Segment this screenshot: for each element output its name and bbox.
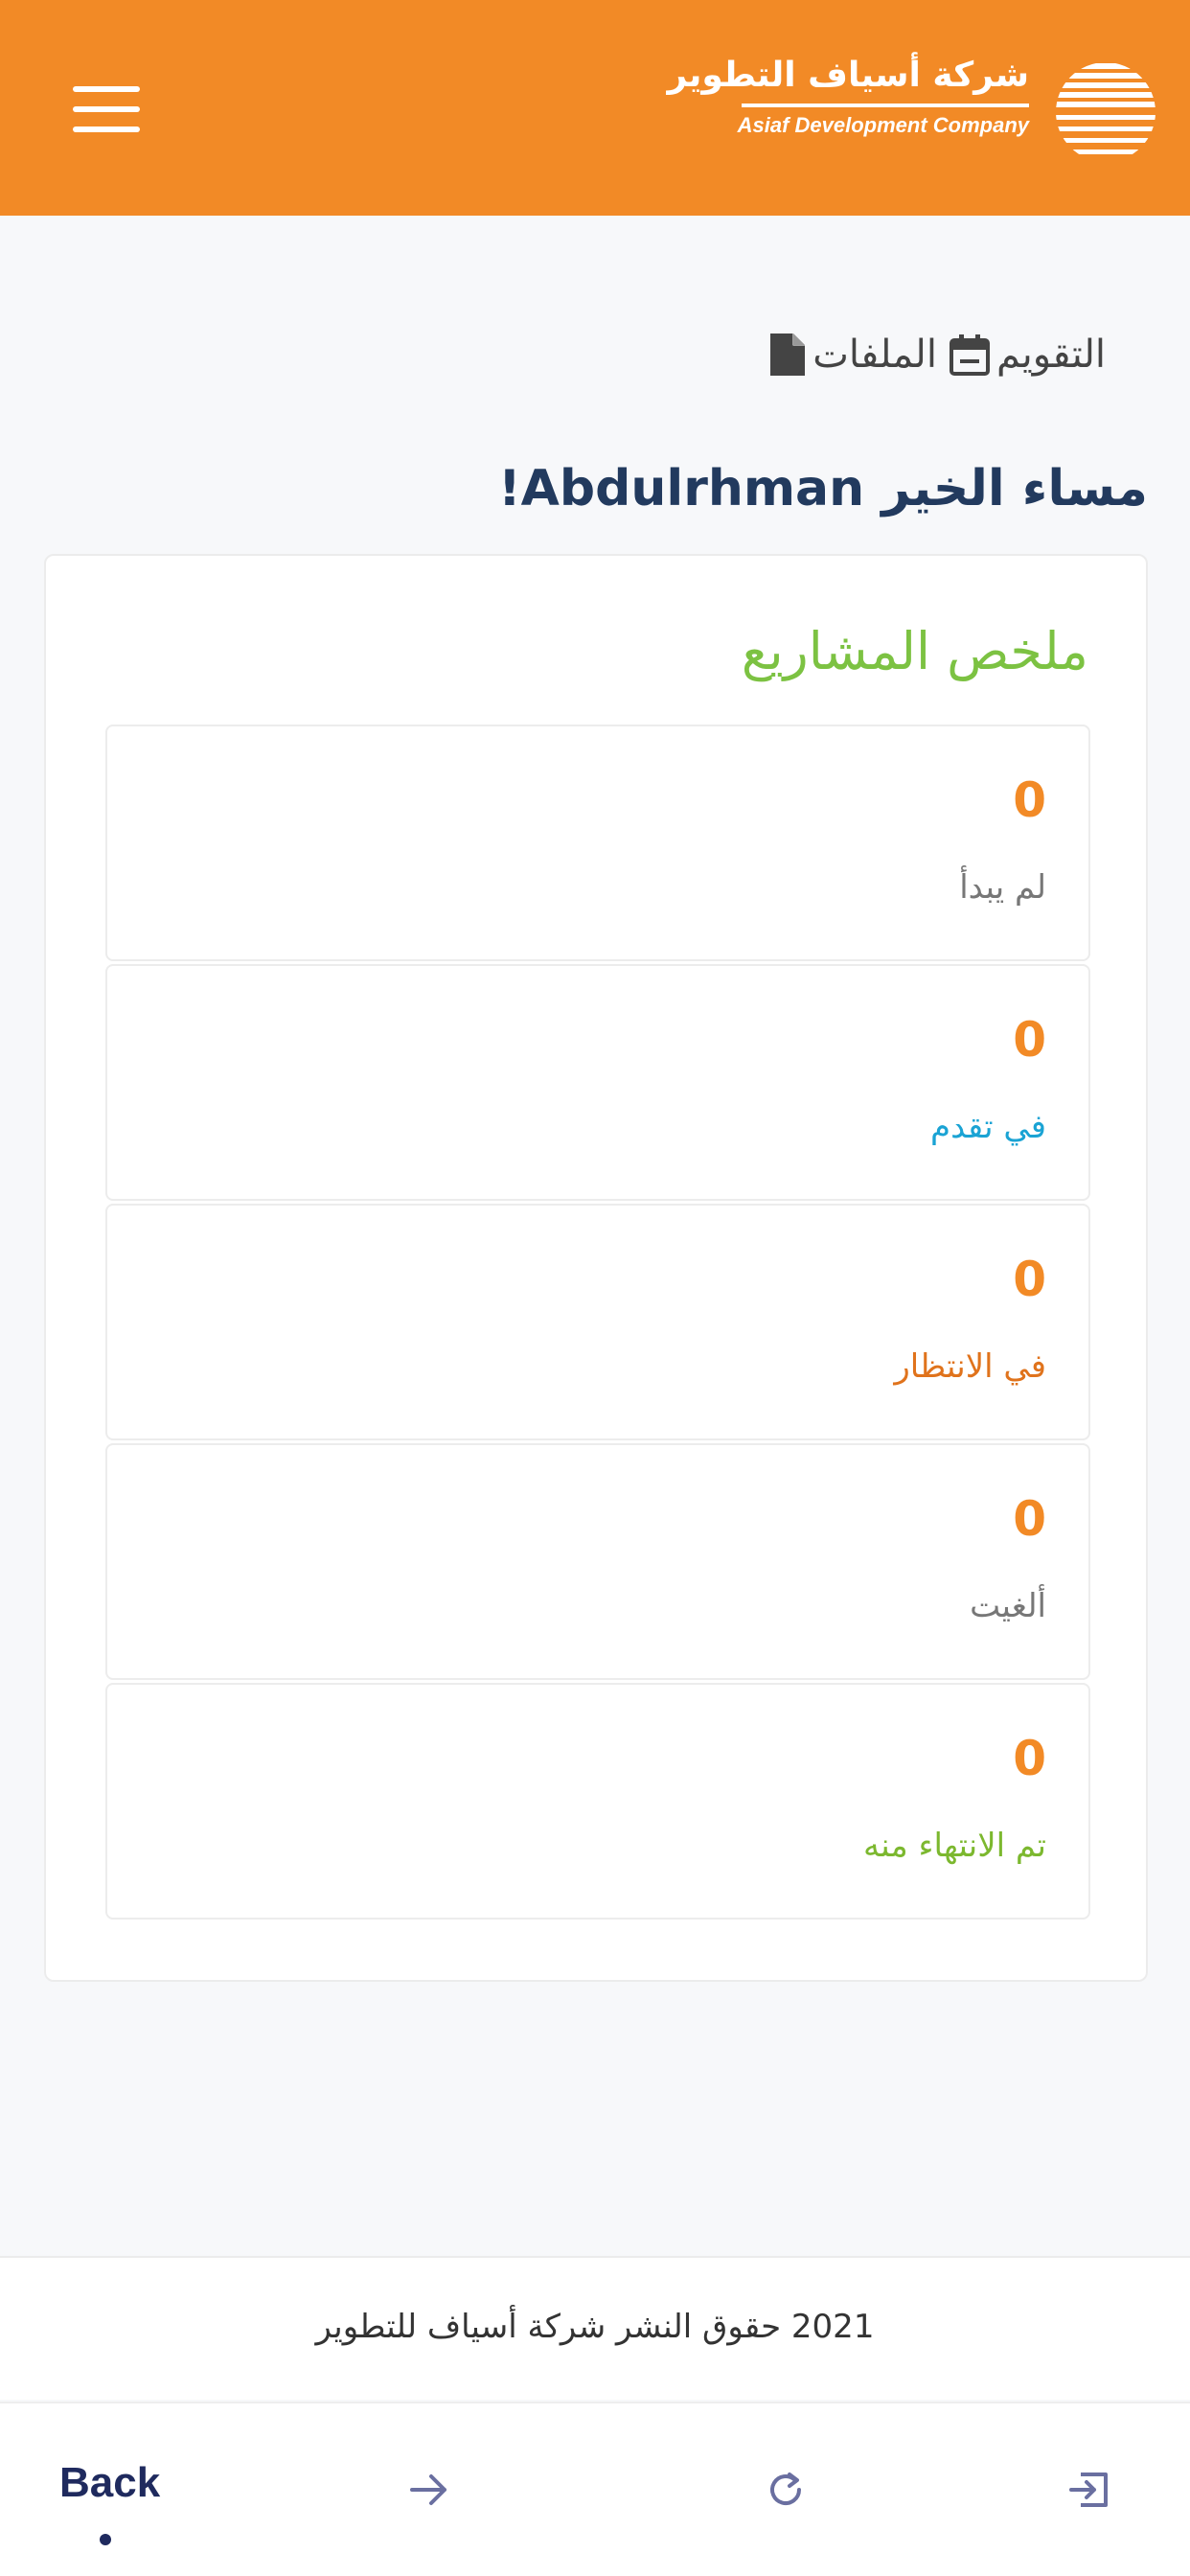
- page-footer: 2021 حقوق النشر شركة أسياف للتطوير: [0, 2256, 1190, 2400]
- back-button[interactable]: Back: [59, 2459, 160, 2507]
- tab-files-label: الملفات: [812, 333, 937, 377]
- status-label: لم يبدأ: [959, 868, 1046, 907]
- status-completed[interactable]: 0 تم الانتهاء منه: [105, 1683, 1090, 1920]
- tab-calendar[interactable]: التقويم: [949, 333, 1106, 377]
- status-list: 0 لم يبدأ 0 في تقدم 0 في الانتظار 0 ألغي…: [105, 724, 1090, 1922]
- company-logo: شركة أسياف التطوير Asiaf Development Com…: [667, 56, 1163, 163]
- arrow-right-icon[interactable]: [406, 2467, 452, 2513]
- copyright-text: 2021 حقوق النشر شركة أسياف للتطوير: [315, 2308, 875, 2346]
- status-label: تم الانتهاء منه: [863, 1827, 1046, 1865]
- logo-divider: [742, 104, 1029, 107]
- status-count: 0: [1013, 772, 1046, 828]
- projects-summary-card: ملخص المشاريع 0 لم يبدأ 0 في تقدم 0 في ا…: [44, 554, 1148, 1982]
- status-in-progress[interactable]: 0 في تقدم: [105, 964, 1090, 1201]
- active-indicator-dot: [100, 2534, 111, 2545]
- refresh-icon[interactable]: [763, 2467, 809, 2513]
- tab-files[interactable]: الملفات: [768, 332, 937, 378]
- status-count: 0: [1013, 1491, 1046, 1547]
- status-count: 0: [1013, 1252, 1046, 1307]
- status-label: في تقدم: [930, 1108, 1046, 1146]
- logo-arabic-text: شركة أسياف التطوير: [667, 56, 1029, 95]
- status-label: ألغيت: [970, 1587, 1046, 1625]
- hamburger-menu-icon[interactable]: [73, 86, 140, 132]
- status-on-hold[interactable]: 0 في الانتظار: [105, 1204, 1090, 1440]
- greeting-text: مساء الخير Abdulrhman!: [497, 460, 1148, 518]
- app-header: شركة أسياف التطوير Asiaf Development Com…: [0, 0, 1190, 216]
- status-label: في الانتظار: [894, 1347, 1046, 1386]
- status-count: 0: [1013, 1012, 1046, 1068]
- logo-english-text: Asiaf Development Company: [737, 113, 1029, 137]
- tab-calendar-label: التقويم: [995, 333, 1106, 377]
- status-count: 0: [1013, 1731, 1046, 1786]
- calendar-icon: [949, 334, 990, 376]
- status-cancelled[interactable]: 0 ألغيت: [105, 1443, 1090, 1680]
- logo-sun-icon: [1056, 63, 1156, 154]
- quick-links: الملفات التقويم: [768, 326, 1106, 383]
- exit-icon[interactable]: [1067, 2467, 1113, 2513]
- file-icon: [770, 334, 806, 376]
- browser-nav-bar: Back: [0, 2402, 1190, 2576]
- status-not-started[interactable]: 0 لم يبدأ: [105, 724, 1090, 961]
- summary-title: ملخص المشاريع: [741, 621, 1088, 681]
